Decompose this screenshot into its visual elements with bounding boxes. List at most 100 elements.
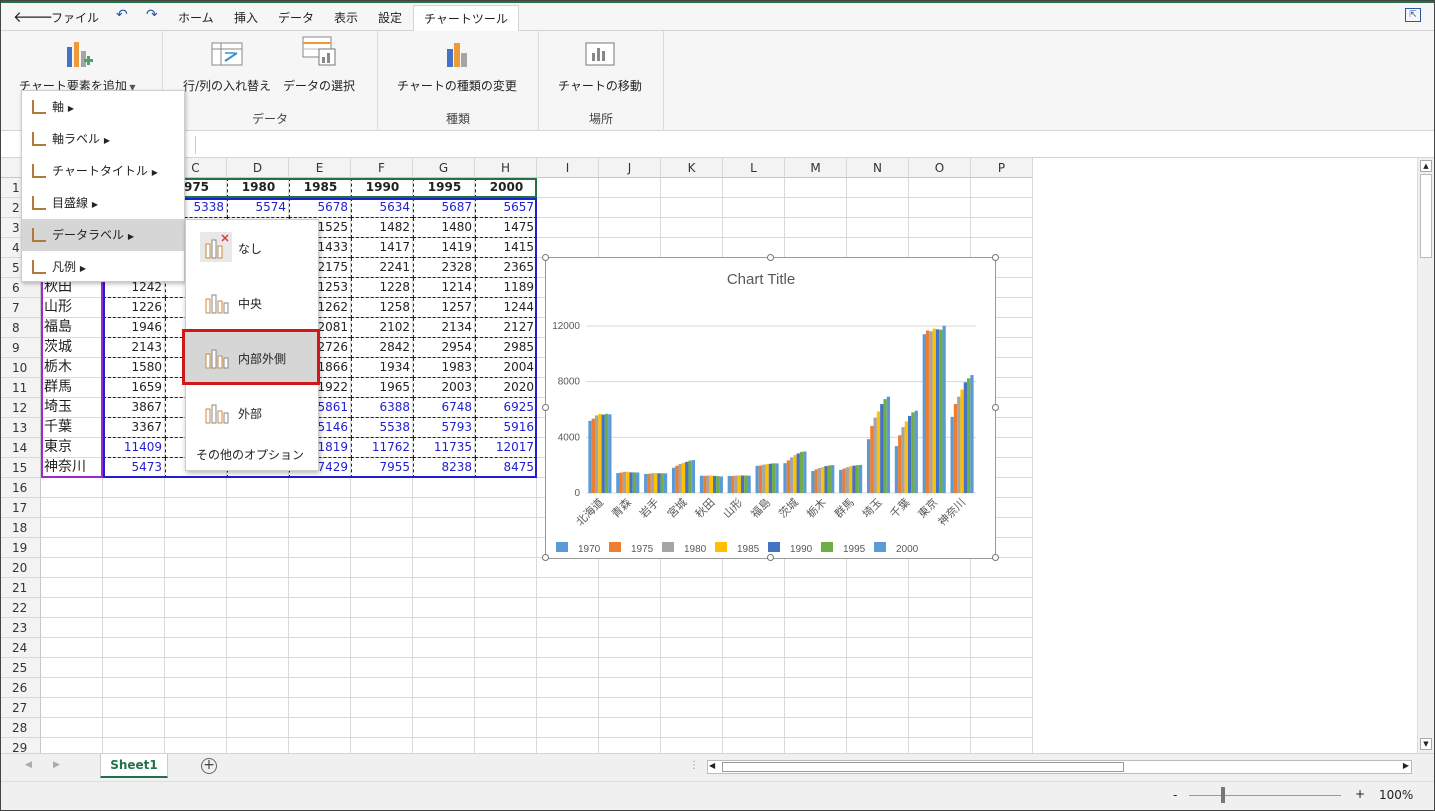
chart-resize-handle-b[interactable]: [767, 554, 774, 561]
scroll-right-icon[interactable]: ▶: [1403, 761, 1409, 770]
row-header-24[interactable]: 24: [1, 638, 41, 658]
menu-item-axis-labels[interactable]: 軸ラベル ▶: [22, 123, 184, 155]
more-options-link[interactable]: その他のオプション: [196, 446, 304, 463]
menu-item-gridlines[interactable]: 目盛線 ▶: [22, 187, 184, 219]
redo-icon[interactable]: ↷: [146, 7, 158, 23]
column-header-e[interactable]: E: [289, 158, 351, 178]
vertical-scroll-thumb[interactable]: [1420, 174, 1432, 258]
zoom-in-button[interactable]: +: [1355, 787, 1365, 801]
change-chart-type-button[interactable]: チャートの種類の変更: [397, 39, 517, 94]
category-label: 青森: [608, 495, 633, 520]
menu-view[interactable]: 表示: [334, 9, 358, 26]
column-header-i[interactable]: I: [537, 158, 599, 178]
chart-resize-handle-t[interactable]: [767, 254, 774, 261]
swap-row-column-button[interactable]: 行/列の入れ替え: [183, 39, 271, 94]
column-header-h[interactable]: H: [475, 158, 537, 178]
scroll-up-icon[interactable]: ▲: [1420, 160, 1432, 172]
column-header-l[interactable]: L: [723, 158, 785, 178]
collapse-ribbon-icon[interactable]: ⇱: [1405, 8, 1421, 22]
data-label-inside-end[interactable]: 内部外側: [182, 329, 320, 385]
row-header-25[interactable]: 25: [1, 658, 41, 678]
tab-chart-tools[interactable]: チャートツール: [413, 5, 519, 32]
menu-item-data-labels[interactable]: データラベル ▶: [22, 219, 184, 251]
bar-1990: [657, 473, 661, 493]
column-header-j[interactable]: J: [599, 158, 661, 178]
column-header-o[interactable]: O: [909, 158, 971, 178]
scroll-down-icon[interactable]: ▼: [1420, 738, 1432, 750]
zoom-slider-thumb[interactable]: [1221, 787, 1225, 803]
chart-resize-handle-bl[interactable]: [542, 554, 549, 561]
horizontal-scrollbar[interactable]: ◀ ▶: [707, 760, 1412, 774]
row-header-11[interactable]: 11: [1, 378, 41, 398]
data-label-center[interactable]: 中央: [186, 277, 318, 327]
menu-item-chart-title[interactable]: チャートタイトル ▶: [22, 155, 184, 187]
chart-resize-handle-br[interactable]: [992, 554, 999, 561]
bar-1985: [598, 413, 602, 493]
bar-1980: [762, 464, 766, 493]
row-header-27[interactable]: 27: [1, 698, 41, 718]
row-header-14[interactable]: 14: [1, 438, 41, 458]
chart-resize-handle-tl[interactable]: [542, 254, 549, 261]
row-header-8[interactable]: 8: [1, 318, 41, 338]
horizontal-scroll-thumb[interactable]: [722, 762, 1124, 772]
menu-data[interactable]: データ: [278, 9, 314, 26]
row-header-16[interactable]: 16: [1, 478, 41, 498]
data-label-none[interactable]: なし: [186, 222, 318, 272]
column-header-f[interactable]: F: [351, 158, 413, 178]
chart-resize-handle-l[interactable]: [542, 404, 549, 411]
row-header-13[interactable]: 13: [1, 418, 41, 438]
y-tick-label: 0: [574, 488, 580, 499]
row-header-17[interactable]: 17: [1, 498, 41, 518]
category-label: 秋田: [692, 495, 717, 520]
vertical-scrollbar[interactable]: ▲ ▼: [1417, 158, 1434, 753]
chart-resize-handle-r[interactable]: [992, 404, 999, 411]
splitter-grip-icon[interactable]: ⋮: [689, 760, 699, 771]
data-label-outside-end[interactable]: 外部: [186, 387, 318, 437]
column-header-m[interactable]: M: [785, 158, 847, 178]
column-header-p[interactable]: P: [971, 158, 1033, 178]
column-header-n[interactable]: N: [847, 158, 909, 178]
menu-settings[interactable]: 設定: [378, 9, 402, 26]
chart-resize-handle-tr[interactable]: [992, 254, 999, 261]
move-chart-button[interactable]: チャートの移動: [558, 39, 642, 94]
zoom-slider-track[interactable]: [1189, 795, 1341, 796]
category-label: 神奈川: [935, 495, 968, 528]
row-header-10[interactable]: 10: [1, 358, 41, 378]
undo-icon[interactable]: ↶: [116, 7, 128, 23]
menu-home[interactable]: ホーム: [178, 9, 214, 26]
formula-input[interactable]: [201, 134, 1411, 156]
row-header-7[interactable]: 7: [1, 298, 41, 318]
bar-2000: [914, 410, 918, 493]
next-sheet-icon[interactable]: ▶: [53, 760, 60, 770]
row-header-26[interactable]: 26: [1, 678, 41, 698]
row-header-22[interactable]: 22: [1, 598, 41, 618]
column-header-d[interactable]: D: [227, 158, 289, 178]
add-chart-element-button[interactable]: チャート要素を追加 ▼: [19, 39, 136, 94]
column-header-g[interactable]: G: [413, 158, 475, 178]
row-header-20[interactable]: 20: [1, 558, 41, 578]
menu-item-legend[interactable]: 凡例 ▶: [22, 251, 184, 283]
sheet-tab-sheet1[interactable]: Sheet1: [100, 754, 168, 778]
row-header-15[interactable]: 15: [1, 458, 41, 478]
row-header-19[interactable]: 19: [1, 538, 41, 558]
row-header-29[interactable]: 29: [1, 738, 41, 753]
prev-sheet-icon[interactable]: ◀: [25, 760, 32, 770]
zoom-out-button[interactable]: -: [1173, 788, 1177, 802]
add-sheet-icon[interactable]: +: [201, 758, 217, 774]
column-header-k[interactable]: K: [661, 158, 723, 178]
menu-file[interactable]: ファイル: [51, 9, 99, 26]
bar-1985: [821, 467, 825, 493]
row-header-21[interactable]: 21: [1, 578, 41, 598]
select-data-button[interactable]: データの選択: [283, 35, 355, 94]
row-header-18[interactable]: 18: [1, 518, 41, 538]
row-header-28[interactable]: 28: [1, 718, 41, 738]
back-arrow-icon[interactable]: 🡐: [13, 7, 53, 26]
scroll-left-icon[interactable]: ◀: [709, 761, 715, 770]
row-header-9[interactable]: 9: [1, 338, 41, 358]
chart-object[interactable]: Chart Title 0 4000 8000 12000 北海道 青森 岩手 宮城 秋田 山形 福島…: [542, 254, 999, 561]
bar-1995: [939, 329, 943, 493]
menu-item-axis[interactable]: 軸 ▶: [22, 91, 184, 123]
row-header-12[interactable]: 12: [1, 398, 41, 418]
menu-insert[interactable]: 挿入: [234, 9, 258, 26]
row-header-23[interactable]: 23: [1, 618, 41, 638]
